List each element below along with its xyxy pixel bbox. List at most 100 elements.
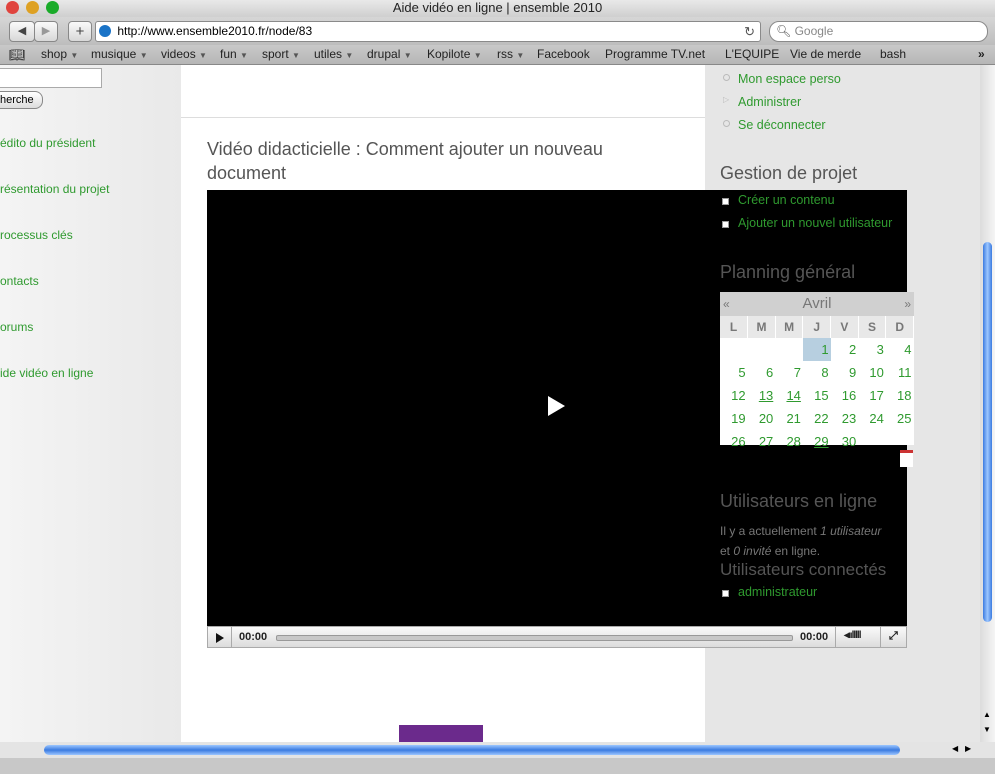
site-search-button[interactable]: herche [0, 91, 43, 109]
online-users-text: Il y a actuellement 1 utilisateur et 0 i… [720, 524, 882, 558]
calendar-day: 21 [786, 411, 801, 426]
calendar-day: 13 [748, 384, 776, 407]
site-favicon-icon [99, 25, 111, 37]
calendar-day: 20 [758, 411, 774, 426]
status-bar [0, 758, 995, 774]
back-arrow-icon: ◀ [17, 25, 27, 37]
calendar-day-link[interactable]: 14 [786, 388, 800, 403]
calendar-prev-icon[interactable]: « [723, 292, 730, 316]
calendar-day: 15 [814, 388, 829, 403]
calendar-day: 30 [841, 434, 857, 449]
bookmark-programme-tv[interactable]: Programme TV.net [605, 45, 705, 64]
planning-title: Planning général [720, 262, 856, 282]
calendar-week: 12 13 14 15 16 17 18 [720, 384, 914, 407]
nav-forums[interactable]: orums [0, 320, 33, 334]
calendar-day: 18 [897, 388, 912, 403]
menu-administrer[interactable]: Administrer [738, 95, 801, 109]
horizontal-scroll-thumb[interactable] [44, 745, 900, 755]
calendar-day-link[interactable]: 29 [814, 434, 828, 449]
scroll-left-icon[interactable]: ◀ [952, 744, 958, 753]
calendar-day: 3 [876, 342, 884, 357]
nav-aide-video[interactable]: ide vidéo en ligne [0, 366, 93, 380]
calendar-day-link[interactable]: 13 [759, 388, 773, 403]
volume-icon[interactable]: ◂ıılllll [844, 630, 861, 641]
search-field[interactable]: 🔍︎ Google [769, 21, 988, 42]
calendar-day [748, 338, 776, 361]
ical-icon[interactable] [900, 450, 913, 467]
nav-edito[interactable]: édito du président [0, 136, 95, 150]
forward-button[interactable]: ▶ [34, 21, 58, 42]
bookmark-sport[interactable]: sport ▼ [262, 45, 300, 65]
minimize-window-button[interactable] [26, 1, 39, 14]
nav-presentation[interactable]: résentation du projet [0, 182, 109, 196]
circle-bullet-icon [723, 120, 730, 127]
vertical-scroll-thumb[interactable] [983, 242, 992, 622]
calendar-weekday: L [720, 316, 749, 338]
back-button[interactable]: ◀ [9, 21, 35, 42]
calendar-day: 27 [758, 434, 774, 449]
bookmark-fun[interactable]: fun ▼ [220, 45, 248, 65]
calendar-grid: LMMJVSD 1 2 3 4 5 6 7 8 9 10 11 12 13 14 15 16 17 18 19 20 2… [720, 316, 914, 453]
scroll-down-icon[interactable]: ▼ [983, 725, 991, 734]
calendar-day: 6 [766, 365, 774, 380]
fullscreen-icon[interactable]: ⤢ [889, 630, 898, 643]
bookmarks-book-icon[interactable]: 📖︎ [9, 45, 26, 64]
site-search-input[interactable] [0, 68, 102, 88]
calendar-day: 1 [802, 338, 831, 361]
bookmark-kopilote[interactable]: Kopilote ▼ [427, 45, 482, 65]
calendar-weekday: M [775, 316, 804, 338]
nav-processus[interactable]: rocessus clés [0, 228, 73, 242]
close-window-button[interactable] [6, 1, 19, 14]
time-total: 00:00 [800, 631, 829, 643]
browser-toolbar: ◀ ▶ + http://www.ensemble2010.fr/node/83… [0, 17, 995, 45]
calendar-next-icon[interactable]: » [904, 292, 911, 316]
left-sidebar: herche édito du président résentation du… [0, 65, 181, 742]
link-ajouter-utilisateur[interactable]: Ajouter un nouvel utilisateur [738, 216, 909, 230]
menu-mon-espace-perso[interactable]: Mon espace perso [738, 72, 841, 86]
bookmark-utiles[interactable]: utiles ▼ [314, 45, 353, 65]
calendar-day: 8 [821, 365, 829, 380]
bookmark-facebook[interactable]: Facebook [537, 45, 590, 64]
link-creer-contenu[interactable]: Créer un contenu [738, 193, 835, 207]
bookmark-drupal[interactable]: drupal ▼ [367, 45, 412, 65]
calendar-day: 12 [731, 388, 746, 403]
bookmark-vie-de-merde[interactable]: Vie de merde [790, 45, 861, 64]
bookmark-musique[interactable]: musique ▼ [91, 45, 148, 65]
calendar-day: 5 [738, 365, 746, 380]
play-button-icon[interactable] [216, 633, 224, 643]
controls-divider [880, 627, 881, 647]
reload-icon[interactable]: ↻ [744, 22, 755, 41]
bookmark-rss[interactable]: rss ▼ [497, 45, 524, 65]
horizontal-scrollbar[interactable]: ◀ ▶ [0, 742, 995, 758]
calendar-header: « Avril » [720, 292, 914, 316]
controls-divider [835, 627, 836, 647]
scroll-up-icon[interactable]: ▲ [983, 710, 991, 719]
calendar-day: 2 [848, 342, 857, 357]
controls-divider [231, 627, 232, 647]
square-bullet-icon [722, 221, 729, 228]
bookmark-shop[interactable]: shop ▼ [41, 45, 78, 65]
calendar-day: 22 [814, 411, 829, 426]
calendar-day: 14 [775, 384, 803, 407]
play-overlay-icon[interactable] [548, 396, 565, 416]
zoom-window-button[interactable] [46, 1, 59, 14]
calendar-week: 5 6 7 8 9 10 11 [720, 361, 914, 384]
nav-contacts[interactable]: ontacts [0, 274, 39, 288]
calendar-weekday: J [802, 316, 832, 338]
address-bar[interactable]: http://www.ensemble2010.fr/node/83 ↻ [95, 21, 761, 42]
add-bookmark-button[interactable]: + [68, 21, 92, 42]
link-administrateur[interactable]: administrateur [738, 585, 817, 599]
bookmark-lequipe[interactable]: L'EQUIPE [725, 45, 779, 64]
bookmark-videos[interactable]: videos ▼ [161, 45, 207, 65]
search-icon: 🔍︎ [776, 24, 792, 38]
gestion-projet-title: Gestion de projet [720, 163, 858, 183]
calendar-day [720, 338, 748, 361]
seek-bar[interactable] [276, 635, 793, 641]
bookmarks-overflow-icon[interactable]: » [978, 45, 985, 64]
scroll-right-icon[interactable]: ▶ [965, 744, 971, 753]
logo-image [399, 725, 483, 742]
bookmark-bash[interactable]: bash [880, 45, 906, 64]
menu-se-deconnecter[interactable]: Se déconnecter [738, 118, 826, 132]
calendar-month: Avril [802, 295, 832, 312]
vertical-scrollbar[interactable]: ▲ ▼ [980, 65, 995, 742]
